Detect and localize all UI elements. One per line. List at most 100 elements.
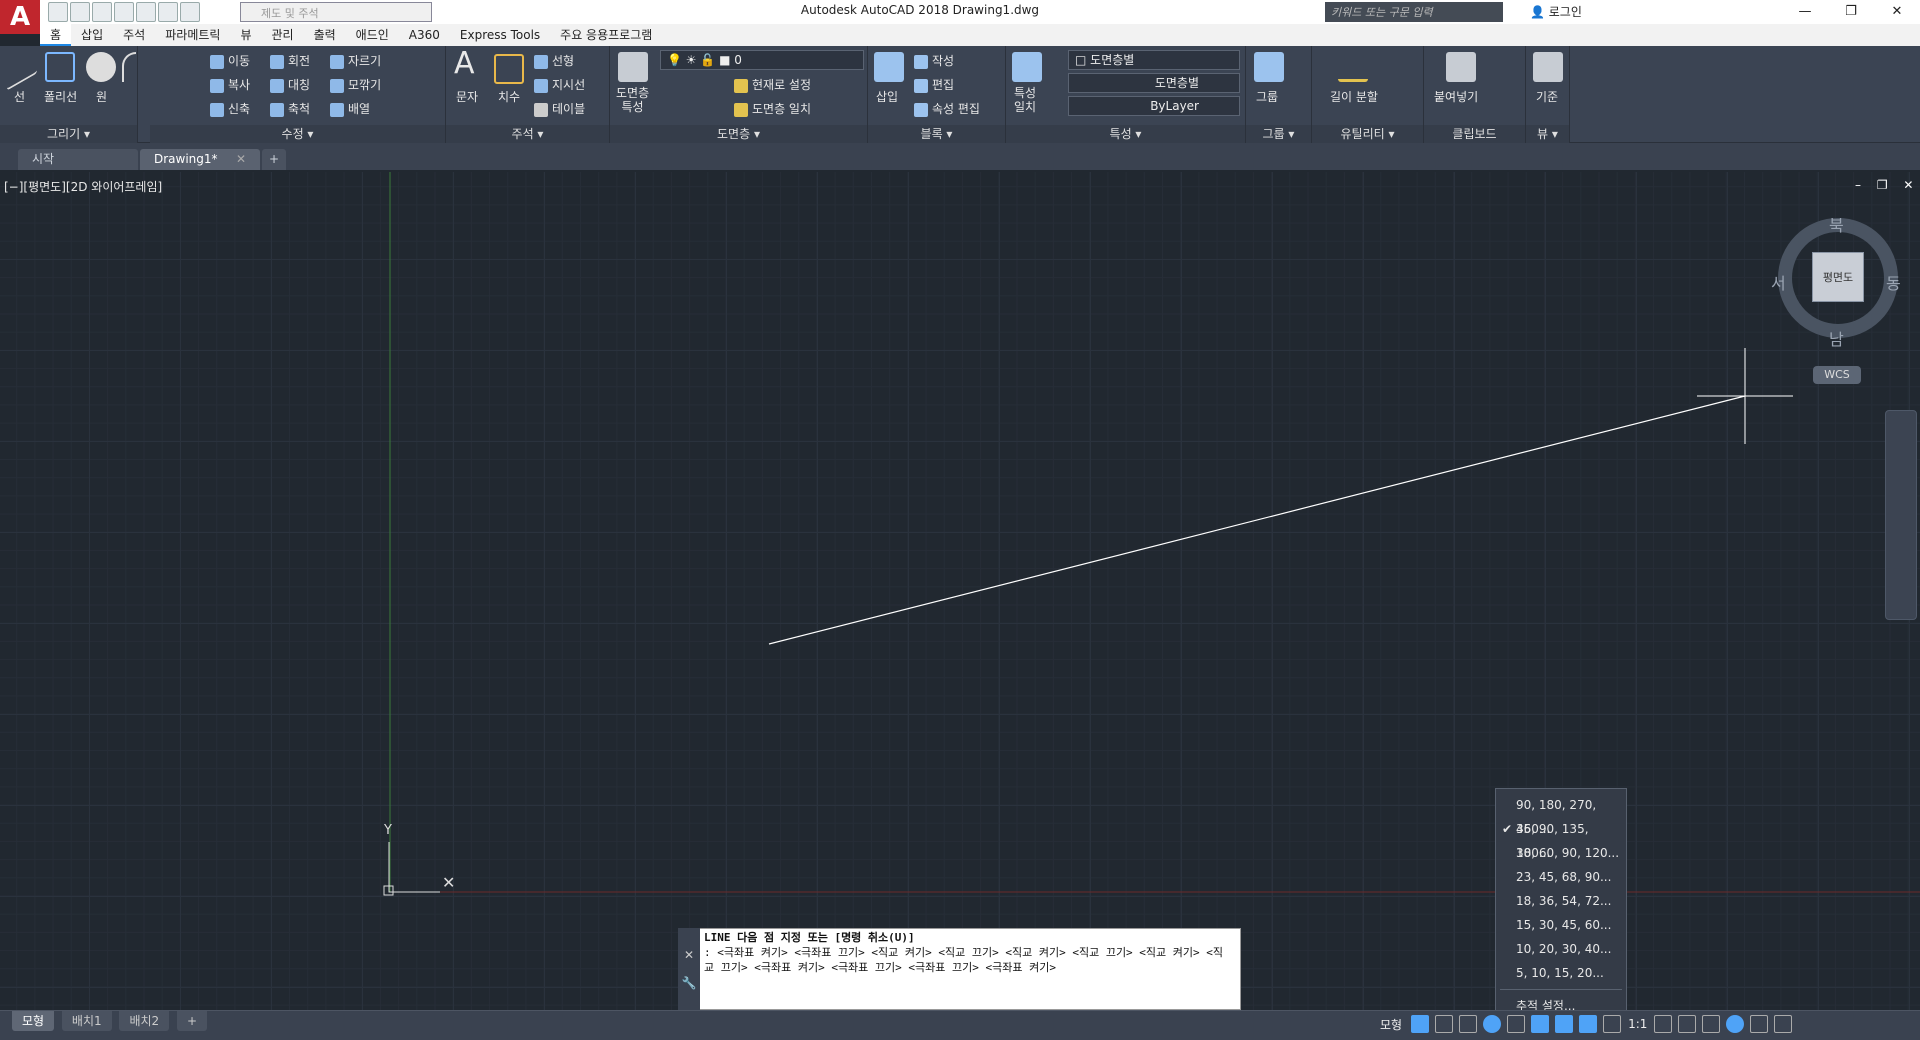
polyline-button[interactable]: 폴리선 xyxy=(44,88,77,105)
panel-title-modify[interactable]: 수정 ▾ xyxy=(150,125,445,143)
minimize-button[interactable]: — xyxy=(1782,0,1828,24)
edit-block-button[interactable]: 편집 xyxy=(914,76,954,93)
mirror-button[interactable]: 대칭 xyxy=(270,76,310,93)
open-icon[interactable] xyxy=(70,2,90,22)
ortho-icon[interactable] xyxy=(1459,1015,1478,1033)
save-as-icon[interactable] xyxy=(114,2,134,22)
annotation-visibility-icon[interactable] xyxy=(1579,1015,1598,1033)
panel-title-clipboard[interactable]: 클립보드 xyxy=(1424,125,1525,143)
lineweight-dropdown[interactable]: ByLayer xyxy=(1068,96,1240,116)
tab-featured-apps[interactable]: 주요 응용프로그램 xyxy=(550,24,662,46)
array-button[interactable]: 배열 xyxy=(330,100,370,117)
set-current-button[interactable]: 현재로 설정 xyxy=(734,76,811,93)
rotate-button[interactable]: 회전 xyxy=(270,52,310,69)
circle-icon[interactable] xyxy=(86,52,116,82)
customization-menu-icon[interactable] xyxy=(1774,1015,1793,1033)
auto-scale-icon[interactable] xyxy=(1603,1015,1622,1033)
layout-tab-model[interactable]: 모형 xyxy=(12,1011,55,1031)
plus-icon[interactable] xyxy=(1678,1015,1697,1033)
group-icon[interactable] xyxy=(1254,52,1284,82)
new-icon[interactable] xyxy=(48,2,68,22)
polar-option-15[interactable]: 15, 30, 45, 60... xyxy=(1496,913,1626,937)
linear-button[interactable]: 선형 xyxy=(534,52,574,69)
leader-button[interactable]: 지시선 xyxy=(534,76,585,93)
trim-button[interactable]: 자르기 xyxy=(330,52,381,69)
insert-block-button[interactable]: 삽입 xyxy=(876,88,898,105)
polar-option-18[interactable]: 18, 36, 54, 72... xyxy=(1496,889,1626,913)
paste-icon[interactable] xyxy=(1446,52,1476,82)
close-button[interactable]: ✕ xyxy=(1874,0,1920,24)
match-properties-icon[interactable] xyxy=(1012,52,1042,82)
tab-drawing1[interactable]: Drawing1* ✕ xyxy=(140,149,260,170)
text-button[interactable]: 문자 xyxy=(456,88,478,105)
panel-title-layers[interactable]: 도면층 ▾ xyxy=(610,125,867,143)
dimension-button[interactable]: 치수 xyxy=(498,88,520,105)
tab-a360[interactable]: A360 xyxy=(399,24,450,46)
panel-title-block[interactable]: 블록 ▾ xyxy=(868,125,1005,143)
compass-west[interactable]: 서 xyxy=(1771,270,1786,294)
paste-button[interactable]: 붙여넣기 xyxy=(1434,88,1478,105)
new-tab-button[interactable]: + xyxy=(262,149,286,170)
measure-icon[interactable] xyxy=(1338,52,1368,82)
color-dropdown[interactable]: □ 도면층별 xyxy=(1068,50,1240,70)
group-button[interactable]: 그룹 xyxy=(1256,88,1278,105)
layer-dropdown[interactable]: 💡 ☀ 🔓 ■ 0 xyxy=(660,50,864,70)
panel-title-view[interactable]: 뷰 ▾ xyxy=(1526,125,1569,143)
create-block-button[interactable]: 작성 xyxy=(914,52,954,69)
polyline-icon[interactable] xyxy=(45,52,75,82)
table-button[interactable]: 테이블 xyxy=(534,100,585,117)
hardware-acceleration-icon[interactable] xyxy=(1702,1015,1721,1033)
isodraft-icon[interactable] xyxy=(1507,1015,1526,1033)
scale-button[interactable]: 축척 xyxy=(270,100,310,117)
save-icon[interactable] xyxy=(92,2,112,22)
panel-title-groups[interactable]: 그룹 ▾ xyxy=(1246,125,1311,143)
tab-express-tools[interactable]: Express Tools xyxy=(450,24,550,46)
annotation-scale[interactable]: 1:1 xyxy=(1624,1017,1651,1031)
restore-button[interactable]: ❐ xyxy=(1828,0,1874,24)
arc-icon[interactable] xyxy=(122,52,136,82)
panel-title-properties[interactable]: 특성 ▾ xyxy=(1006,125,1245,143)
circle-button[interactable]: 원 xyxy=(96,88,107,105)
tab-start[interactable]: 시작 xyxy=(18,149,138,170)
search-input[interactable]: 키워드 또는 구문 입력 xyxy=(1325,2,1503,22)
insert-block-icon[interactable] xyxy=(874,52,904,82)
wcs-menu[interactable]: WCS xyxy=(1813,366,1861,384)
panel-title-utilities[interactable]: 유틸리티 ▾ xyxy=(1312,125,1423,143)
command-line-handle[interactable]: ✕ 🔧 xyxy=(678,928,700,1010)
layer-match-button[interactable]: 도면층 일치 xyxy=(734,100,811,117)
base-view-button[interactable]: 기준 xyxy=(1536,88,1558,105)
layout-tab-2[interactable]: 배치2 xyxy=(119,1011,170,1031)
tab-annotate[interactable]: 주석 xyxy=(113,24,155,46)
stretch-button[interactable]: 신축 xyxy=(210,100,250,117)
layout-tab-1[interactable]: 배치1 xyxy=(61,1011,112,1031)
model-space-button[interactable]: 모형 xyxy=(1374,1016,1408,1033)
isolate-objects-icon[interactable] xyxy=(1726,1015,1745,1033)
line-icon[interactable] xyxy=(7,43,37,91)
polar-option-45[interactable]: ✔ 45, 90, 135, 180... xyxy=(1496,817,1626,860)
fillet-button[interactable]: 모깎기 xyxy=(330,76,381,93)
text-icon[interactable]: A xyxy=(454,46,475,81)
redo-icon[interactable] xyxy=(180,2,200,22)
polar-option-5[interactable]: 5, 10, 15, 20... xyxy=(1496,961,1626,985)
panel-title-annotation[interactable]: 주석 ▾ xyxy=(446,125,609,143)
panel-title-draw[interactable]: 그리기 ▾ xyxy=(0,125,137,143)
tab-home[interactable]: 홈 xyxy=(40,24,72,46)
viewport-label[interactable]: [−][평면도][2D 와이어프레임] xyxy=(4,178,162,195)
tab-view[interactable]: 뷰 xyxy=(230,24,261,46)
navigation-bar[interactable] xyxy=(1885,410,1917,620)
layer-properties-icon[interactable] xyxy=(618,52,648,82)
viewcube-face-top[interactable]: 평면도 xyxy=(1812,252,1864,302)
polar-tracking-icon[interactable] xyxy=(1483,1015,1502,1033)
close-tab-icon[interactable]: ✕ xyxy=(236,149,246,170)
login-button[interactable]: 👤 로그인 xyxy=(1530,3,1582,20)
linetype-dropdown[interactable]: 도면층별 xyxy=(1068,73,1240,93)
object-snap-icon[interactable] xyxy=(1555,1015,1574,1033)
tab-addins[interactable]: 애드인 xyxy=(346,24,399,46)
object-snap-tracking-icon[interactable] xyxy=(1531,1015,1550,1033)
print-icon[interactable] xyxy=(136,2,156,22)
gear-icon[interactable] xyxy=(1654,1015,1673,1033)
tab-manage[interactable]: 관리 xyxy=(261,24,303,46)
measure-button[interactable]: 길이 분할 xyxy=(1330,88,1378,105)
tab-output[interactable]: 출력 xyxy=(304,24,346,46)
polar-option-23[interactable]: 23, 45, 68, 90... xyxy=(1496,865,1626,889)
